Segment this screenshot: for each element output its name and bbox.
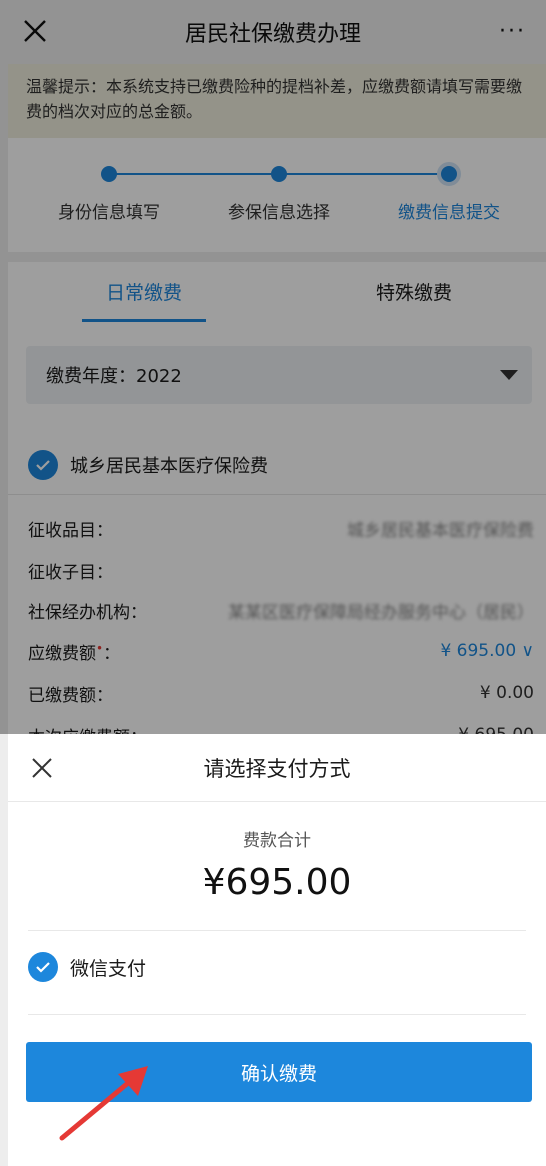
sheet-title: 请选择支付方式 (203, 756, 351, 781)
checkmark-icon[interactable] (28, 952, 58, 982)
method-label: 微信支付 (70, 957, 147, 980)
divider (28, 930, 526, 931)
total-amount: ¥695.00 (202, 862, 352, 903)
annotation-arrow-icon (59, 1066, 148, 1141)
close-icon[interactable] (30, 756, 54, 780)
divider (28, 1014, 526, 1015)
modal-overlay[interactable] (0, 0, 546, 734)
wechat-pay-option[interactable]: 微信支付 (28, 952, 146, 982)
sheet-header: 请选择支付方式 (8, 734, 546, 802)
total-label: 费款合计 (243, 831, 311, 851)
